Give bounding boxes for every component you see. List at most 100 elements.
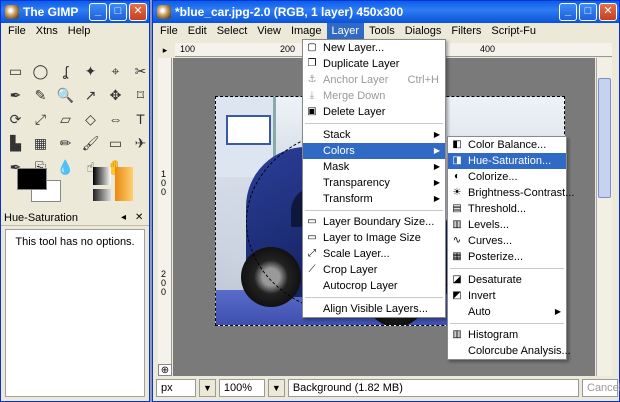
lasso-icon[interactable]: ʆ: [53, 59, 78, 83]
maximize-button[interactable]: □: [579, 3, 597, 21]
dock-menu-icon[interactable]: ◂: [121, 212, 126, 223]
measure-icon[interactable]: ↗: [78, 83, 103, 107]
menu-layer[interactable]: Layer: [326, 23, 365, 40]
pattern-indicator[interactable]: [115, 167, 133, 201]
vertical-ruler[interactable]: 100 200: [158, 58, 172, 376]
menu-item-brightness-contrast[interactable]: ☀ Brightness-Contrast...: [448, 185, 575, 201]
submenu-arrow-icon: ▶: [433, 162, 440, 171]
menu-item-scale-layer[interactable]: ⤢ Scale Layer...: [303, 246, 445, 262]
zoom-dropdown-icon[interactable]: ▼: [267, 379, 285, 397]
brush-pattern-gradient-indicator[interactable]: [93, 167, 133, 201]
bucket-fill-icon[interactable]: ▙: [3, 131, 28, 155]
zoom-icon[interactable]: 🔍: [53, 83, 78, 107]
close-button[interactable]: ✕: [599, 3, 617, 21]
menu-item-curves[interactable]: ∿ Curves...: [448, 233, 566, 249]
menu-select[interactable]: Select: [212, 23, 253, 40]
ellipse-select-icon[interactable]: ◯: [28, 59, 53, 83]
menu-separator: [450, 268, 564, 269]
crop-icon[interactable]: ⌑: [128, 83, 153, 107]
menu-file[interactable]: File: [3, 23, 31, 40]
vertical-scrollbar[interactable]: [596, 58, 612, 376]
minimize-button[interactable]: _: [89, 3, 107, 21]
color-select-icon[interactable]: ⌖: [103, 59, 128, 83]
menu-item-colorize[interactable]: ◐ Colorize...: [448, 169, 566, 185]
menu-item-align-visible-layers[interactable]: Align Visible Layers...: [303, 301, 445, 317]
menu-edit[interactable]: Edit: [183, 23, 212, 40]
scale-icon[interactable]: ⤢: [28, 107, 53, 131]
menu-item-hue-saturation[interactable]: ◨ Hue-Saturation...: [448, 153, 566, 169]
zoom-selector[interactable]: 100%: [218, 379, 265, 397]
pencil-icon[interactable]: ✏: [53, 131, 78, 155]
image-titlebar[interactable]: *blue_car.jpg-2.0 (RGB, 1 layer) 450x300…: [153, 1, 619, 23]
menu-item-histogram[interactable]: ▥ Histogram: [448, 327, 566, 343]
menu-item-levels[interactable]: ▥ Levels...: [448, 217, 566, 233]
tool-options-panel: This tool has no options.: [5, 229, 145, 397]
cancel-button[interactable]: Cancel: [582, 379, 620, 397]
menu-help[interactable]: Help: [63, 23, 96, 40]
hue-saturation-icon: ◨: [452, 155, 462, 166]
flip-icon[interactable]: ⇔: [103, 107, 128, 131]
menu-item-delete-layer[interactable]: ▣ Delete Layer: [303, 104, 445, 120]
brush-indicator[interactable]: [93, 167, 111, 185]
menu-item-layer-to-image-size[interactable]: ▭ Layer to Image Size: [303, 230, 445, 246]
menu-item-mask[interactable]: Mask ▶: [303, 159, 445, 175]
menu-item-crop-layer[interactable]: ⟋ Crop Layer: [303, 262, 445, 278]
menu-view[interactable]: View: [252, 23, 286, 40]
toolbox-window: The GIMP _ □ ✕ File Xtns Help ▭ ◯ ʆ ✦ ⌖ ✂ ✒ ✎ 🔍 ↗ ✥ ⌑…: [0, 0, 150, 402]
dock-close-icon[interactable]: ✕: [135, 212, 143, 223]
perspective-icon[interactable]: ◇: [78, 107, 103, 131]
quick-mask-corner-icon[interactable]: ▸: [158, 43, 172, 57]
menu-item-colors[interactable]: Colors ▶: [303, 143, 445, 159]
menu-item-colorcube-analysis[interactable]: Colorcube Analysis...: [448, 343, 571, 359]
rect-select-icon[interactable]: ▭: [3, 59, 28, 83]
menu-filters[interactable]: Filters: [446, 23, 486, 40]
menu-item-transform[interactable]: Transform ▶: [303, 191, 445, 207]
menu-item-label: Layer to Image Size: [323, 232, 421, 244]
menu-item-desaturate[interactable]: ◪ Desaturate: [448, 272, 566, 288]
scissors-icon[interactable]: ✂: [128, 59, 153, 83]
foreground-color-swatch[interactable]: [17, 168, 47, 190]
menu-item-invert[interactable]: ◩ Invert: [448, 288, 566, 304]
rotate-icon[interactable]: ⟳: [3, 107, 28, 131]
menu-item-autocrop-layer[interactable]: Autocrop Layer: [303, 278, 445, 294]
blend-icon[interactable]: ▦: [28, 131, 53, 155]
menu-item-threshold[interactable]: ▤ Threshold...: [448, 201, 566, 217]
airbrush-icon[interactable]: ✈: [128, 131, 153, 155]
paths-icon[interactable]: ✒: [3, 83, 28, 107]
menu-tools[interactable]: Tools: [364, 23, 400, 40]
shear-icon[interactable]: ▱: [53, 107, 78, 131]
menu-script-fu[interactable]: Script-Fu: [486, 23, 541, 40]
fuzzy-select-icon[interactable]: ✦: [78, 59, 103, 83]
move-icon[interactable]: ✥: [103, 83, 128, 107]
menu-image[interactable]: Image: [286, 23, 327, 40]
menu-item-auto[interactable]: Auto ▶: [448, 304, 566, 320]
menu-item-new-layer[interactable]: ▢ New Layer...: [303, 40, 445, 56]
text-icon[interactable]: T: [128, 107, 153, 131]
paintbrush-icon[interactable]: 🖌: [78, 131, 103, 155]
menu-item-duplicate-layer[interactable]: ❐ Duplicate Layer: [303, 56, 445, 72]
gradient-indicator[interactable]: [93, 189, 111, 201]
eraser-icon[interactable]: ▭: [103, 131, 128, 155]
delete-layer-icon: ▣: [307, 106, 317, 117]
color-picker-icon[interactable]: ✎: [28, 83, 53, 107]
toolbox-titlebar[interactable]: The GIMP _ □ ✕: [1, 1, 149, 23]
scrollbar-thumb[interactable]: [598, 78, 611, 198]
submenu-arrow-icon: ▶: [554, 307, 561, 316]
close-button[interactable]: ✕: [129, 3, 147, 21]
menu-item-color-balance[interactable]: ◧ Color Balance...: [448, 137, 566, 153]
menu-xtns[interactable]: Xtns: [31, 23, 63, 40]
minimize-button[interactable]: _: [559, 3, 577, 21]
menu-item-stack[interactable]: Stack ▶: [303, 127, 445, 143]
menu-item-label: Align Visible Layers...: [323, 303, 428, 315]
unit-selector[interactable]: px: [156, 379, 196, 397]
menu-item-posterize[interactable]: ▦ Posterize...: [448, 249, 566, 265]
menu-item-layer-boundary-size[interactable]: ▭ Layer Boundary Size...: [303, 214, 445, 230]
navigate-icon[interactable]: ⊕: [158, 364, 172, 376]
fg-bg-colors[interactable]: [15, 164, 75, 204]
menu-dialogs[interactable]: Dialogs: [400, 23, 447, 40]
menu-item-transparency[interactable]: Transparency ▶: [303, 175, 445, 191]
unit-dropdown-icon[interactable]: ▼: [199, 379, 216, 397]
maximize-button[interactable]: □: [109, 3, 127, 21]
menu-item-label: Autocrop Layer: [323, 280, 398, 292]
menu-file[interactable]: File: [155, 23, 183, 40]
